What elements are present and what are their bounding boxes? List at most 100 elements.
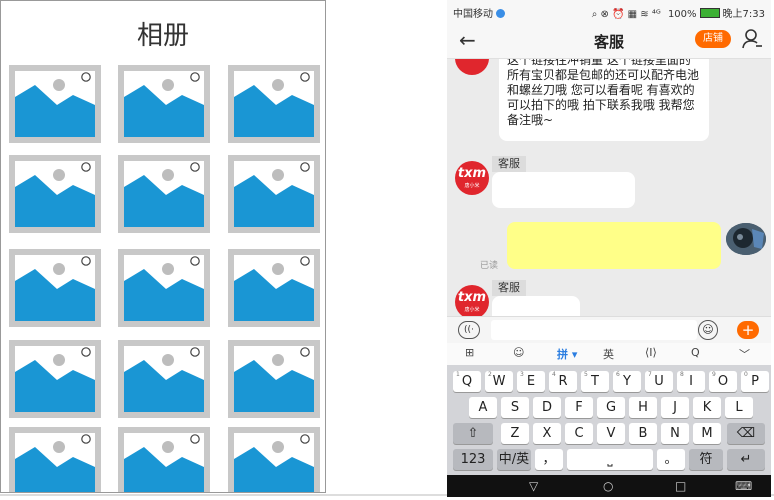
shop-button[interactable]: 店铺: [695, 30, 731, 48]
photo-thumbnail[interactable]: [118, 427, 210, 492]
message-bubble: [492, 172, 635, 208]
key-label: E: [526, 374, 536, 389]
key-m[interactable]: M: [693, 423, 721, 444]
key-v[interactable]: V: [597, 423, 625, 444]
voice-icon[interactable]: ((·: [458, 321, 480, 339]
photo-thumbnail[interactable]: [118, 155, 210, 233]
key-label: Z: [510, 426, 520, 441]
photo-thumbnail[interactable]: [9, 249, 101, 327]
plus-button[interactable]: +: [737, 321, 759, 339]
photo-thumbnail[interactable]: [118, 249, 210, 327]
key-a[interactable]: A: [469, 397, 497, 418]
key-y[interactable]: Y6: [613, 371, 641, 392]
key-r[interactable]: R4: [549, 371, 577, 392]
key-label: Q: [461, 374, 473, 389]
album-title: 相册: [136, 21, 189, 51]
user-icon[interactable]: [741, 28, 763, 50]
key-w[interactable]: W2: [485, 371, 513, 392]
message-bubble: [492, 296, 580, 316]
english-tab[interactable]: 英: [603, 346, 614, 362]
agent-avatar[interactable]: txm 唐小米: [455, 161, 489, 195]
photo-thumbnail[interactable]: [228, 65, 320, 143]
key-p[interactable]: P0: [741, 371, 769, 392]
key-e[interactable]: E3: [517, 371, 545, 392]
numbers-key[interactable]: 123: [453, 449, 493, 470]
thumbnail-frame: [234, 161, 314, 227]
key-label: Y: [623, 374, 631, 389]
photo-thumbnail[interactable]: [9, 340, 101, 418]
key-q[interactable]: Q1: [453, 371, 481, 392]
shift-key[interactable]: ⇧: [453, 423, 493, 444]
enter-key[interactable]: ↵: [727, 449, 765, 470]
image-placeholder-icon: [15, 347, 95, 412]
photo-thumbnail[interactable]: [228, 155, 320, 233]
cursor-icon[interactable]: ⟨I⟩: [645, 346, 657, 359]
sender-name: 客服: [492, 156, 526, 172]
key-b[interactable]: B: [629, 423, 657, 444]
agent-avatar[interactable]: txm 唐小米: [455, 285, 489, 316]
emoji-icon[interactable]: ☺: [698, 320, 718, 340]
input-bar: ((· ☺ +: [447, 316, 771, 344]
image-placeholder-icon: [234, 347, 314, 412]
image-placeholder-icon: [15, 72, 95, 137]
key-j[interactable]: J: [661, 397, 689, 418]
key-g[interactable]: G: [597, 397, 625, 418]
photo-thumbnail[interactable]: [9, 65, 101, 143]
key-k[interactable]: K: [693, 397, 721, 418]
key-f[interactable]: F: [565, 397, 593, 418]
avatar-logo-text: txm: [457, 166, 487, 181]
battery-text: 100%: [667, 9, 697, 20]
key-label: ⇧: [467, 426, 479, 441]
key-z[interactable]: Z: [501, 423, 529, 444]
thumbnail-frame: [15, 433, 95, 492]
key-h[interactable]: H: [629, 397, 657, 418]
nav-keyboard-icon[interactable]: ⌨: [735, 479, 752, 493]
key-c[interactable]: C: [565, 423, 593, 444]
key-label: B: [638, 426, 648, 441]
photo-thumbnail[interactable]: [228, 427, 320, 492]
key-n[interactable]: N: [661, 423, 689, 444]
collapse-icon[interactable]: ﹀: [739, 346, 750, 362]
delete-key[interactable]: ⌫: [727, 423, 765, 444]
photo-thumbnail[interactable]: [228, 249, 320, 327]
grid-icon[interactable]: ⊞: [465, 346, 474, 359]
phone-screen: 中国移动 ⌕ ⊗ ⏰ ▦ ≋ ⁴ᴳ 100% 晚上7:33 ← 客服 店铺 这个链…: [447, 0, 771, 497]
photo-thumbnail[interactable]: [118, 65, 210, 143]
photo-thumbnail[interactable]: [228, 340, 320, 418]
symbol-key[interactable]: 符: [689, 449, 723, 470]
photo-thumbnail[interactable]: [118, 340, 210, 418]
photo-thumbnail[interactable]: [9, 427, 101, 492]
key-label: L: [735, 400, 743, 415]
key-label: A: [478, 400, 488, 415]
key-label: I: [689, 374, 693, 389]
pinyin-tab[interactable]: 拼 ▾: [557, 346, 577, 362]
period-key[interactable]: 。: [657, 449, 685, 470]
thumbnail-frame: [234, 433, 314, 492]
my-avatar[interactable]: [726, 223, 766, 255]
key-s[interactable]: S: [501, 397, 529, 418]
key-number-hint: 5: [584, 371, 588, 378]
language-key[interactable]: 中/英: [497, 449, 531, 470]
message-input[interactable]: [491, 320, 697, 340]
image-placeholder-icon: [124, 434, 204, 492]
nav-down-icon[interactable]: ▽: [529, 479, 538, 493]
emoji-icon[interactable]: ☺: [513, 346, 524, 359]
comma-key[interactable]: ，: [535, 449, 563, 470]
key-o[interactable]: O9: [709, 371, 737, 392]
space-key[interactable]: ⎵: [567, 449, 653, 470]
photo-thumbnail[interactable]: [9, 155, 101, 233]
nav-home-icon[interactable]: ○: [603, 479, 613, 493]
my-message-bubble: [507, 222, 721, 269]
key-label: K: [702, 400, 712, 415]
key-label: D: [541, 400, 552, 415]
key-t[interactable]: T5: [581, 371, 609, 392]
key-l[interactable]: L: [725, 397, 753, 418]
key-d[interactable]: D: [533, 397, 561, 418]
key-x[interactable]: X: [533, 423, 561, 444]
key-number-hint: 0: [744, 371, 748, 378]
key-i[interactable]: I8: [677, 371, 705, 392]
nav-recent-icon[interactable]: □: [675, 479, 686, 493]
key-u[interactable]: U7: [645, 371, 673, 392]
image-placeholder-icon: [234, 434, 314, 492]
search-icon[interactable]: Q: [691, 346, 700, 359]
